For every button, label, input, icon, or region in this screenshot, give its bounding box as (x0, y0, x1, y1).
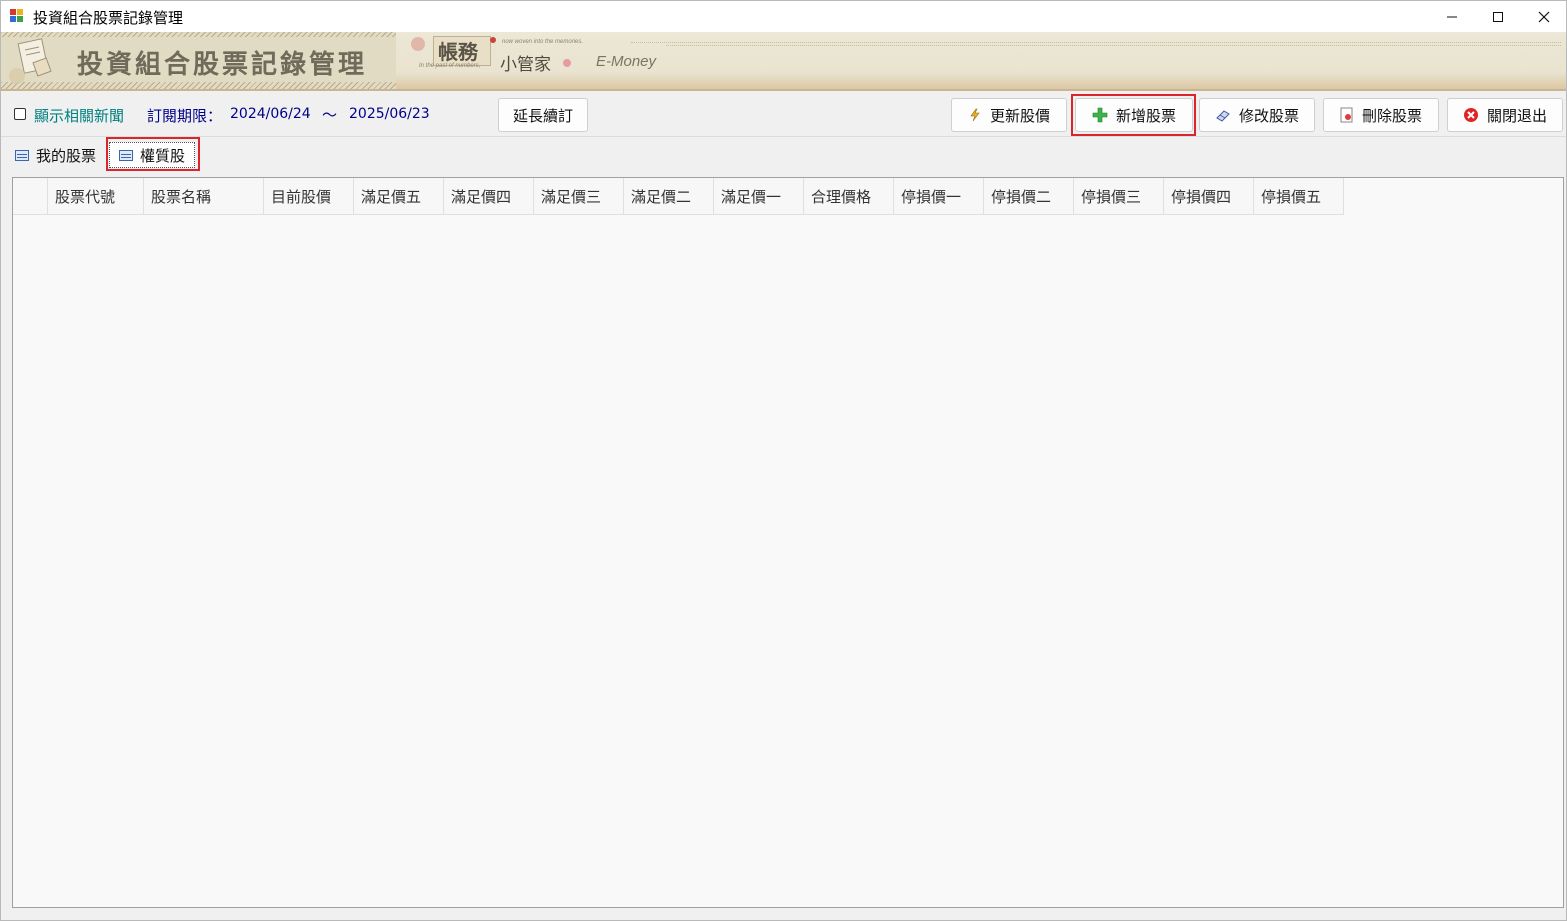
window-title: 投資組合股票記錄管理 (33, 9, 184, 27)
column-header[interactable]: 股票名稱 (144, 178, 264, 215)
logo-brand: E-Money (596, 53, 657, 70)
decor-line (631, 42, 1561, 43)
app-window: 投資組合股票記錄管理 投資組合股票記錄管理 帳務 In the past of … (0, 0, 1567, 921)
stock-grid[interactable]: 股票代號 股票名稱 目前股價 滿足價五 滿足價四 滿足價三 滿足價二 滿足價一 … (12, 177, 1564, 908)
decor-line (666, 45, 1561, 46)
grid-header: 股票代號 股票名稱 目前股價 滿足價五 滿足價四 滿足價三 滿足價二 滿足價一 … (13, 178, 1344, 215)
banner-stripe (1, 32, 396, 37)
banner-bottom-band (396, 79, 1566, 89)
column-header[interactable]: 滿足價一 (714, 178, 804, 215)
subscription-end-date: 2025/06/23 (349, 106, 430, 122)
toolbar: 顯示相關新聞 訂閱期限： 2024/06/24 ～ 2025/06/23 延長續… (1, 92, 1566, 137)
tab-highlight (106, 137, 200, 171)
minimize-icon (1447, 16, 1457, 17)
subscription-tilde: ～ (322, 106, 338, 124)
column-header[interactable]: 合理價格 (804, 178, 894, 215)
column-header[interactable]: 停損價一 (894, 178, 984, 215)
logo-main-text: 帳務 (438, 40, 478, 64)
heart-icon (563, 59, 571, 67)
column-header[interactable]: 滿足價二 (624, 178, 714, 215)
exit-icon (1463, 108, 1478, 122)
edit-stock-label: 修改股票 (1238, 106, 1299, 125)
add-stock-highlight (1071, 94, 1196, 136)
minimize-button[interactable] (1429, 1, 1475, 32)
subscription-label: 訂閱期限： (147, 107, 223, 125)
tab-strip: 我的股票 權質股 (1, 137, 1566, 171)
column-header[interactable]: 目前股價 (264, 178, 354, 215)
subscription-start-date: 2024/06/24 (230, 106, 311, 122)
column-header[interactable]: 滿足價三 (534, 178, 624, 215)
eraser-icon (1216, 110, 1230, 122)
maximize-button[interactable] (1475, 1, 1521, 32)
delete-stock-label: 刪除股票 (1361, 106, 1422, 125)
edit-stock-button[interactable]: 修改股票 (1199, 98, 1315, 132)
delete-stock-button[interactable]: 刪除股票 (1323, 98, 1439, 132)
header-banner: 投資組合股票記錄管理 帳務 In the past of numbers, no… (1, 32, 1566, 91)
column-header[interactable]: 停損價三 (1074, 178, 1164, 215)
logo-sub-text: 小管家 (500, 55, 551, 75)
show-news-checkbox[interactable] (14, 108, 26, 120)
delete-document-icon (1340, 107, 1353, 123)
column-header[interactable]: 停損價四 (1164, 178, 1254, 215)
extend-subscription-button[interactable]: 延長續訂 (498, 98, 588, 132)
update-price-label: 更新股價 (989, 106, 1050, 125)
row-header-corner (13, 178, 48, 215)
app-icon (10, 9, 25, 24)
table-icon (15, 149, 29, 161)
column-header[interactable]: 股票代號 (48, 178, 144, 215)
extend-subscription-label: 延長續訂 (512, 106, 573, 125)
column-header[interactable]: 停損價五 (1254, 178, 1344, 215)
decor-dot (490, 37, 496, 43)
exit-button[interactable]: 關閉退出 (1447, 98, 1563, 132)
tab-my-stocks-label: 我的股票 (36, 146, 97, 165)
update-price-button[interactable]: 更新股價 (951, 98, 1067, 132)
lightning-icon (970, 108, 980, 122)
show-news-label[interactable]: 顯示相關新聞 (34, 105, 124, 126)
banner-title: 投資組合股票記錄管理 (77, 50, 368, 80)
close-window-button[interactable] (1521, 1, 1567, 32)
title-bar: 投資組合股票記錄管理 (1, 1, 1566, 32)
tab-my-stocks[interactable]: 我的股票 (15, 141, 96, 169)
close-icon (1538, 11, 1550, 22)
maximize-icon (1493, 11, 1503, 22)
column-header[interactable]: 滿足價四 (444, 178, 534, 215)
notebook-icon (9, 38, 52, 84)
logo-tagline-right: now woven into the memories. (502, 39, 584, 45)
exit-label: 關閉退出 (1486, 106, 1547, 125)
column-header[interactable]: 停損價二 (984, 178, 1074, 215)
logo-tagline-left: In the past of numbers, (419, 63, 481, 69)
column-header[interactable]: 滿足價五 (354, 178, 444, 215)
decor-dot (411, 37, 425, 51)
